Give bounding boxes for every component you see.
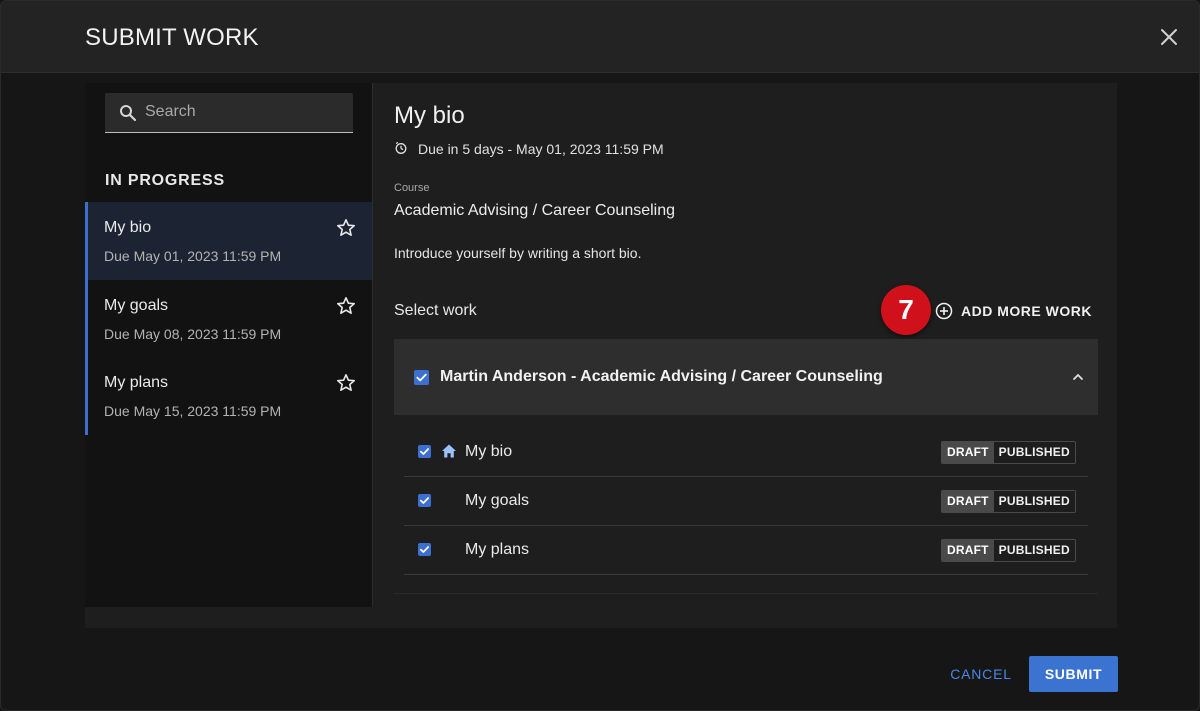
cancel-button[interactable]: CANCEL (939, 656, 1023, 692)
search-box[interactable] (105, 93, 353, 133)
work-item-checkbox[interactable] (418, 445, 431, 458)
work-item-list: My bio DRAFT PUBLISHED My goals DRAFT PU… (404, 428, 1088, 575)
draft-option[interactable]: DRAFT (942, 540, 994, 561)
select-work-label: Select work (394, 302, 477, 319)
section-label-in-progress: IN PROGRESS (105, 172, 225, 189)
work-item-name: My bio (465, 443, 513, 460)
star-icon[interactable] (336, 373, 356, 393)
checkmark-icon (419, 546, 430, 553)
dialog-body: IN PROGRESS My bio Due May 01, 2023 11:5… (85, 83, 1117, 628)
search-icon (120, 105, 137, 122)
group-checkbox[interactable] (414, 370, 429, 385)
sidebar-item-my-plans[interactable]: My plans Due May 15, 2023 11:59 PM (85, 357, 372, 435)
published-option[interactable]: PUBLISHED (993, 491, 1075, 512)
work-item-name: My goals (465, 492, 530, 509)
add-more-work-label: ADD MORE WORK (961, 303, 1092, 319)
work-group-name: Martin Anderson - Academic Advising / Ca… (440, 368, 883, 385)
close-icon (1161, 29, 1177, 45)
work-group-header[interactable]: Martin Anderson - Academic Advising / Ca… (394, 339, 1098, 415)
published-option[interactable]: PUBLISHED (993, 540, 1075, 561)
clock-icon (395, 141, 407, 154)
star-icon[interactable] (336, 218, 356, 238)
checkmark-icon (419, 448, 430, 455)
status-toggle: DRAFT PUBLISHED (941, 490, 1076, 513)
search-input[interactable] (145, 93, 345, 131)
assignment-detail: My bio Due in 5 days - May 01, 2023 11:5… (374, 83, 1117, 628)
home-icon (442, 444, 456, 458)
status-toggle: DRAFT PUBLISHED (941, 539, 1076, 562)
assignment-description: Introduce yourself by writing a short bi… (394, 245, 642, 261)
close-button[interactable] (1155, 23, 1183, 51)
work-item-my-bio: My bio DRAFT PUBLISHED (404, 428, 1088, 477)
step-number-badge: 7 (881, 285, 931, 335)
checkmark-icon (416, 373, 427, 382)
plus-circle-icon (935, 302, 953, 320)
star-icon[interactable] (336, 296, 356, 316)
sidebar-item-my-bio[interactable]: My bio Due May 01, 2023 11:59 PM (85, 202, 372, 280)
checkmark-icon (419, 497, 430, 504)
dialog-title: SUBMIT WORK (85, 24, 259, 51)
status-toggle: DRAFT PUBLISHED (941, 441, 1076, 464)
dialog-header: SUBMIT WORK (1, 1, 1199, 73)
chevron-up-icon[interactable] (1071, 370, 1085, 384)
due-text: Due in 5 days - May 01, 2023 11:59 PM (418, 141, 664, 157)
work-item-my-plans: My plans DRAFT PUBLISHED (404, 526, 1088, 575)
divider (394, 593, 1098, 594)
draft-option[interactable]: DRAFT (942, 442, 994, 463)
published-option[interactable]: PUBLISHED (993, 442, 1075, 463)
sidebar-item-label: My plans (104, 374, 169, 391)
submit-button[interactable]: SUBMIT (1029, 656, 1118, 692)
sidebar-item-label: My goals (104, 296, 169, 314)
assignment-sidebar: IN PROGRESS My bio Due May 01, 2023 11:5… (85, 83, 373, 607)
work-item-name: My plans (465, 541, 530, 558)
course-label: Course (394, 182, 430, 194)
page-title: My bio (394, 102, 465, 129)
draft-option[interactable]: DRAFT (942, 491, 994, 512)
course-name: Academic Advising / Career Counseling (394, 202, 676, 219)
sidebar-item-due: Due May 15, 2023 11:59 PM (104, 403, 282, 419)
assignment-list: My bio Due May 01, 2023 11:59 PM My goal… (85, 202, 373, 435)
sidebar-item-due: Due May 01, 2023 11:59 PM (104, 248, 282, 264)
submit-work-dialog: SUBMIT WORK IN PROGRESS My bio Du (0, 0, 1200, 711)
sidebar-item-my-goals[interactable]: My goals Due May 08, 2023 11:59 PM (85, 279, 372, 357)
work-item-checkbox[interactable] (418, 494, 431, 507)
sidebar-item-due: Due May 08, 2023 11:59 PM (104, 325, 282, 342)
work-item-my-goals: My goals DRAFT PUBLISHED (404, 477, 1088, 526)
sidebar-item-label: My bio (104, 219, 152, 236)
work-item-checkbox[interactable] (418, 543, 431, 556)
